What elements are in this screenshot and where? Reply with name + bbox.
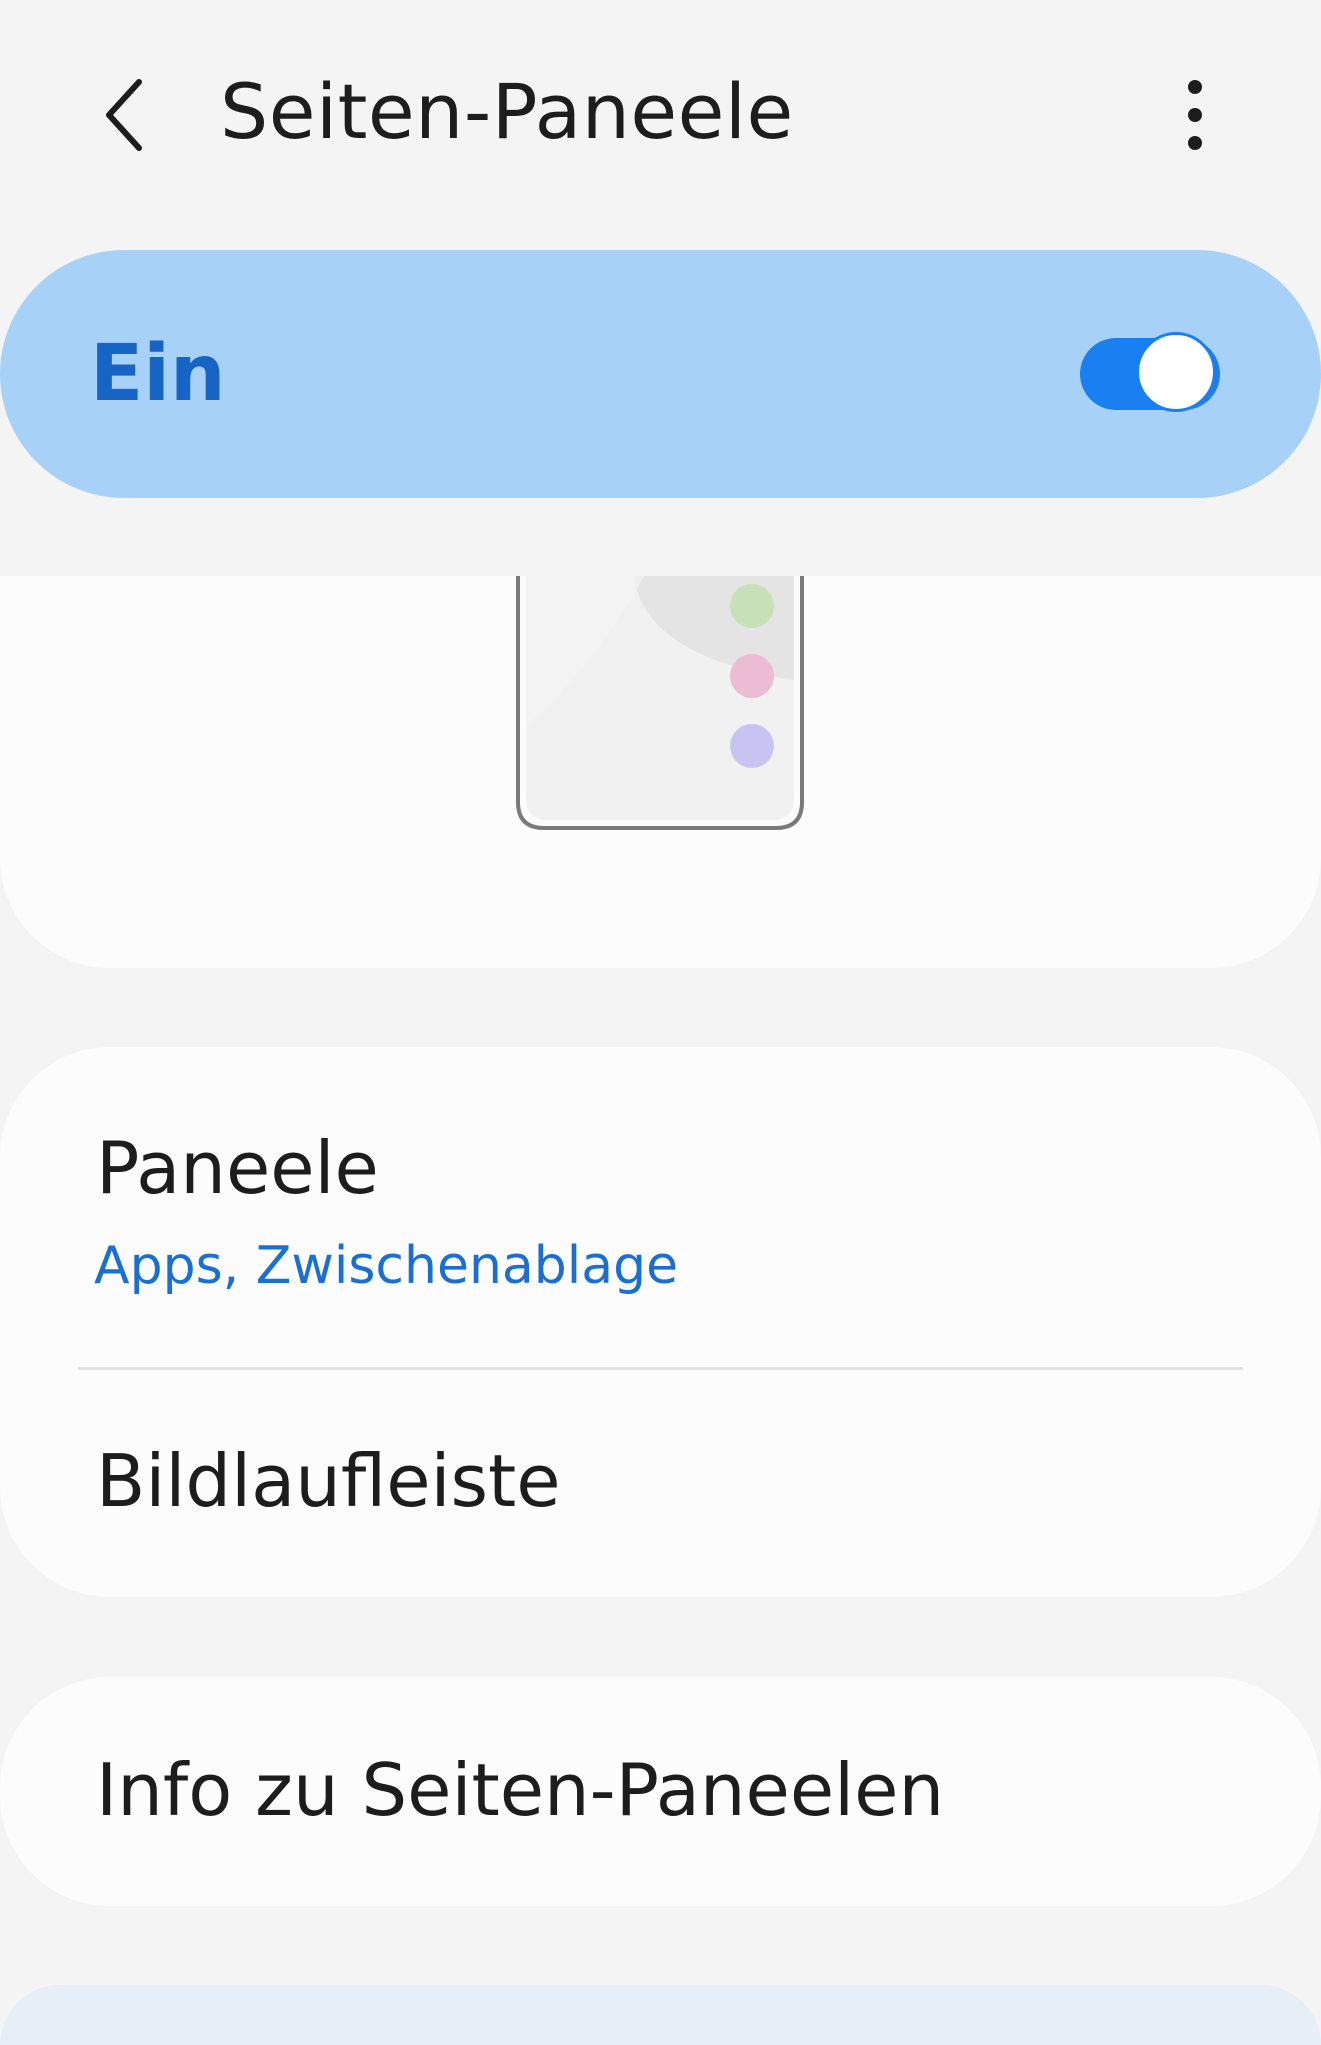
next-card-edge — [0, 1985, 1321, 2045]
paneele-title: Paneele — [96, 1126, 379, 1210]
master-switch-row[interactable]: Ein — [0, 250, 1321, 498]
master-switch-label: Ein — [90, 329, 226, 419]
info-title: Info zu Seiten-Paneelen — [96, 1748, 945, 1832]
paneele-subtitle: Apps, Zwischenablage — [94, 1236, 679, 1296]
page-title: Seiten-Paneele — [220, 67, 794, 156]
bildlaufleiste-title: Bildlaufleiste — [96, 1439, 561, 1523]
app-bar: Seiten-Paneele — [0, 0, 1321, 230]
panel-dot-green — [730, 584, 774, 628]
more-vertical-icon — [1188, 80, 1202, 150]
bildlaufleiste-row[interactable]: Bildlaufleiste — [0, 1372, 1321, 1597]
divider — [78, 1367, 1243, 1370]
more-options-button[interactable] — [1160, 60, 1230, 170]
master-toggle[interactable] — [1080, 332, 1222, 416]
back-button[interactable] — [80, 60, 170, 170]
panel-dot-pink — [730, 654, 774, 698]
chevron-left-icon — [106, 79, 142, 151]
panel-dot-purple — [730, 724, 774, 768]
info-row[interactable]: Info zu Seiten-Paneelen — [0, 1677, 1321, 1906]
paneele-row[interactable]: Paneele Apps, Zwischenablage — [0, 1047, 1321, 1362]
preview-card — [0, 576, 1321, 968]
settings-card: Paneele Apps, Zwischenablage Bildlauflei… — [0, 1047, 1321, 1597]
toggle-thumb — [1136, 332, 1216, 412]
phone-edge-panel-illustration — [516, 576, 804, 830]
